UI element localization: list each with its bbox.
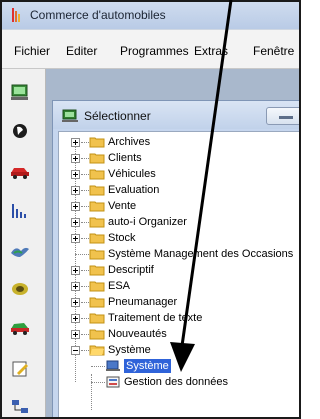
tree-connector	[75, 254, 89, 255]
collapse-icon[interactable]	[71, 346, 80, 355]
tree-connector	[81, 302, 89, 303]
tree-connector	[81, 286, 89, 287]
menu-fenetre[interactable]: Fenêtre	[253, 44, 294, 58]
folder-icon	[89, 233, 105, 244]
expand-icon[interactable]	[71, 298, 80, 307]
chart-tool-icon[interactable]	[8, 201, 32, 221]
expand-icon[interactable]	[71, 266, 80, 275]
tree-connector	[81, 238, 89, 239]
expand-icon[interactable]	[71, 234, 80, 243]
tree-connector	[81, 206, 89, 207]
selector-title-bar[interactable]: Sélectionner	[53, 101, 299, 129]
folder-icon	[89, 169, 105, 180]
system-icon	[106, 360, 120, 371]
expand-icon[interactable]	[71, 218, 80, 227]
tire-tool-icon[interactable]	[8, 279, 32, 299]
tree-connector	[91, 366, 105, 367]
folder-icon	[89, 217, 105, 228]
selector-title: Sélectionner	[84, 109, 151, 123]
tree-connector	[81, 270, 89, 271]
expand-icon[interactable]	[71, 282, 80, 291]
monitor-icon	[62, 109, 78, 122]
car-red-tool-icon[interactable]	[8, 161, 32, 181]
network-tool-icon[interactable]	[8, 397, 32, 417]
expand-icon[interactable]	[71, 314, 80, 323]
folder-icon	[89, 137, 105, 148]
expand-icon[interactable]	[71, 202, 80, 211]
tree-connector	[81, 158, 89, 159]
folder-icon	[89, 185, 105, 196]
menu-fichier[interactable]: Fichier	[14, 44, 50, 58]
window-title: Commerce d'automobiles	[30, 8, 166, 22]
tree-guide-line-child	[91, 374, 92, 410]
globe-tool-icon[interactable]	[8, 121, 32, 141]
tree-item-label: Traitement de texte	[108, 312, 203, 324]
folder-icon	[89, 329, 105, 340]
tree-item-label: Système	[124, 359, 171, 373]
tree-connector	[81, 334, 89, 335]
menu-extras[interactable]: Extras	[194, 44, 228, 58]
folder-icon	[89, 297, 105, 308]
tree-connector	[91, 382, 105, 383]
tree-item-label: Archives	[108, 136, 151, 148]
tree-item-label: Stock	[108, 232, 136, 244]
tree-item-label: auto-i Organizer	[108, 216, 187, 228]
tree-item-label: Evaluation	[108, 184, 160, 196]
monitor-tool-icon[interactable]	[8, 83, 32, 103]
open-folder-icon	[89, 345, 105, 356]
tree-item-label: Descriptif	[108, 264, 154, 276]
folder-tree: Archives Clients Véhicules Evaluation Ve…	[58, 131, 299, 417]
minimize-button[interactable]	[266, 107, 299, 125]
tree-item-label: Véhicules	[108, 168, 156, 180]
tree-connector	[81, 222, 89, 223]
data-management-icon	[106, 376, 120, 388]
tree-item-label: Nouveautés	[108, 328, 167, 340]
tree-item-label: ESA	[108, 280, 131, 292]
folder-icon	[89, 281, 105, 292]
tree-connector	[81, 318, 89, 319]
tree-item-label: Clients	[108, 152, 142, 164]
menu-editer[interactable]: Editer	[66, 44, 97, 58]
expand-icon[interactable]	[71, 154, 80, 163]
tree-connector	[81, 350, 89, 351]
folder-icon	[89, 249, 105, 260]
edit-tool-icon[interactable]	[8, 359, 32, 379]
main-window: Commerce d'automobiles Fichier Editer Pr…	[0, 0, 301, 419]
left-toolbar	[2, 69, 46, 417]
expand-icon[interactable]	[71, 330, 80, 339]
selector-window: Sélectionner Archives Clients Véhicules …	[52, 100, 299, 417]
tree-item-label: Gestion des données	[124, 376, 228, 388]
tree-connector	[81, 190, 89, 191]
folder-icon	[89, 313, 105, 324]
tree-connector	[81, 174, 89, 175]
title-bar[interactable]: Commerce d'automobiles	[2, 2, 299, 29]
bird-tool-icon[interactable]	[8, 241, 32, 261]
folder-icon	[89, 153, 105, 164]
menu-bar: Fichier Editer Programmes Extras Fenêtre	[2, 29, 299, 69]
expand-icon[interactable]	[71, 170, 80, 179]
car-green-tool-icon[interactable]	[8, 317, 32, 337]
expand-icon[interactable]	[71, 186, 80, 195]
mdi-workspace: Sélectionner Archives Clients Véhicules …	[46, 69, 299, 417]
minimize-icon	[279, 116, 293, 119]
tree-item-label: Vente	[108, 200, 137, 212]
folder-icon	[89, 265, 105, 276]
folder-icon	[89, 201, 105, 212]
menu-programmes[interactable]: Programmes	[120, 44, 189, 58]
tree-item-label: Système Management des Occasions	[108, 248, 294, 260]
tree-item-label: Pneumanager	[108, 296, 178, 308]
tree-item-label: Système	[108, 344, 151, 356]
app-logo-icon	[12, 8, 20, 22]
expand-icon[interactable]	[71, 138, 80, 147]
tree-connector	[81, 142, 89, 143]
